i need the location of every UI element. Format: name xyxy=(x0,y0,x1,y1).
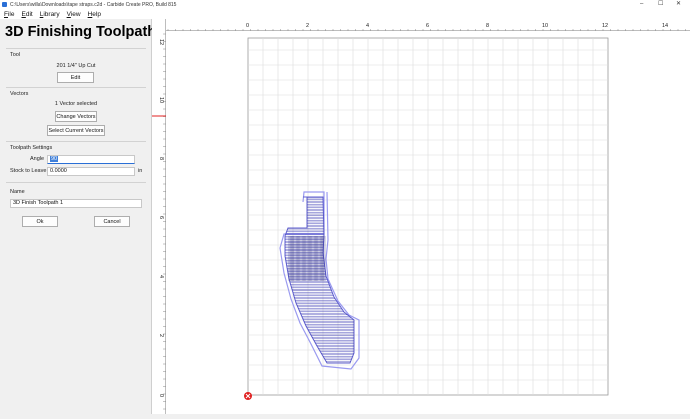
menu-bar: File Edit Library View Help xyxy=(0,9,690,19)
maximize-icon[interactable]: ☐ xyxy=(658,0,663,9)
ruler-label-y-0: 0 xyxy=(158,394,164,397)
ruler-label-x-0: 0 xyxy=(246,23,249,29)
tool-section-label: Tool xyxy=(10,52,21,58)
cancel-button[interactable]: Cancel xyxy=(94,216,130,227)
change-vectors-button[interactable]: Change Vectors xyxy=(55,111,97,122)
vertical-ruler: 12 10 8 6 4 2 0 xyxy=(152,19,166,414)
vertical-ruler-ticks: 12 10 8 6 4 2 0 xyxy=(152,33,166,410)
stock-to-leave-input[interactable]: 0.0000 xyxy=(47,167,135,176)
app-icon xyxy=(2,2,7,7)
vector-status: 1 Vector selected xyxy=(54,101,98,107)
ruler-label-x-14: 14 xyxy=(662,23,668,29)
tool-name: 201 1/4" Up Cut xyxy=(56,63,96,69)
ruler-label-x-4: 4 xyxy=(366,23,369,29)
menu-view[interactable]: View xyxy=(67,11,81,18)
stock-label: Stock to Leave xyxy=(10,168,47,174)
ruler-label-y-2: 2 xyxy=(158,334,164,337)
select-current-vectors-button[interactable]: Select Current Vectors xyxy=(47,125,105,136)
ruler-label-x-12: 12 xyxy=(602,23,608,29)
divider xyxy=(6,141,146,142)
design-canvas[interactable] xyxy=(166,31,690,414)
stock-unit: in xyxy=(138,168,143,174)
horizontal-ruler: -2 0 2 4 6 8 10 12 14 xyxy=(160,19,690,32)
minimize-icon[interactable]: – xyxy=(640,0,643,9)
toolpath-name-input[interactable]: 3D Finish Toolpath 1 xyxy=(10,199,142,208)
ok-button[interactable]: Ok xyxy=(22,216,58,227)
divider xyxy=(6,87,146,88)
divider xyxy=(6,182,146,183)
close-icon[interactable]: ✕ xyxy=(676,0,681,9)
ruler-label-x-6: 6 xyxy=(426,23,429,29)
ruler-label-x-10: 10 xyxy=(542,23,548,29)
panel-title: 3D Finishing Toolpath xyxy=(5,24,157,40)
title-bar: C:\Users\willa\Downloads\tape straps.c2d… xyxy=(0,0,690,9)
toolpath-panel: 3D Finishing Toolpath Tool 201 1/4" Up C… xyxy=(0,19,156,414)
window-title: C:\Users\willa\Downloads\tape straps.c2d… xyxy=(10,1,177,8)
menu-file[interactable]: File xyxy=(4,11,15,18)
settings-section-label: Toolpath Settings xyxy=(10,145,53,151)
name-section-label: Name xyxy=(10,189,25,195)
ruler-label-y-8: 8 xyxy=(158,157,164,160)
ruler-label-y-10: 10 xyxy=(158,97,164,103)
menu-library[interactable]: Library xyxy=(40,11,60,18)
ruler-label-y-12: 12 xyxy=(158,39,164,45)
workspace-svg[interactable] xyxy=(166,31,690,414)
menu-edit[interactable]: Edit xyxy=(22,11,33,18)
divider xyxy=(6,48,146,49)
ruler-label-x-2: 2 xyxy=(306,23,309,29)
edit-tool-button[interactable]: Edit xyxy=(57,72,94,83)
ruler-label-y-4: 4 xyxy=(158,275,164,278)
ruler-label-y-6: 6 xyxy=(158,216,164,219)
menu-help[interactable]: Help xyxy=(88,11,101,18)
ruler-label-x-8: 8 xyxy=(486,23,489,29)
angle-label: Angle xyxy=(30,156,45,162)
vectors-section-label: Vectors xyxy=(10,91,29,97)
angle-input[interactable]: 90 xyxy=(47,155,135,164)
